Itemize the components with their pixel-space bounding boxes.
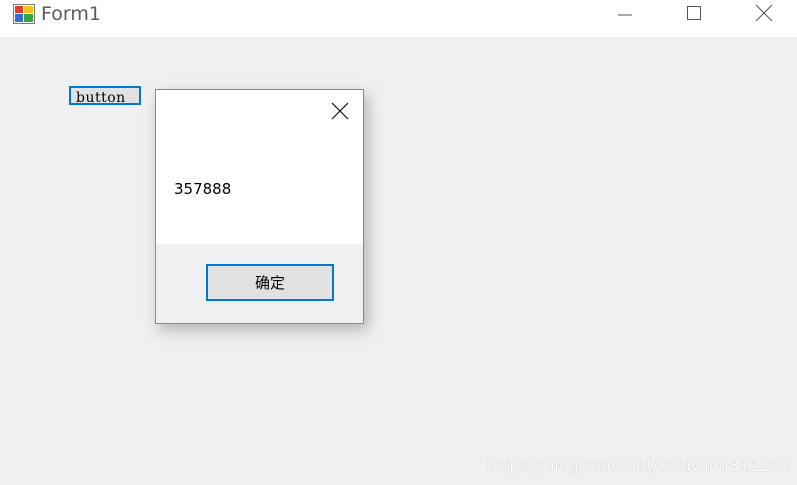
watermark: https://blog.csdn.net/coldwind811201 [486,456,790,475]
form1-window: Form1 button 357888 确定 https://blog.csdn… [0,0,797,485]
minimize-button[interactable] [602,0,648,30]
window-title: Form1 [41,3,101,25]
message-box: 357888 确定 [155,89,364,324]
close-icon [755,4,773,26]
message-box-footer: 确定 [156,244,363,323]
window-close-button[interactable] [741,0,787,30]
maximize-button[interactable] [671,0,717,30]
title-bar[interactable]: Form1 [0,0,797,37]
message-text: 357888 [174,180,232,198]
ok-button[interactable]: 确定 [206,264,334,301]
minimize-icon [617,5,633,25]
maximize-icon [686,5,702,25]
close-icon [331,102,349,124]
form-button[interactable]: button [69,86,141,105]
form-app-icon [13,4,35,24]
message-box-close-button[interactable] [329,102,351,124]
form-button-label: button [76,90,126,105]
